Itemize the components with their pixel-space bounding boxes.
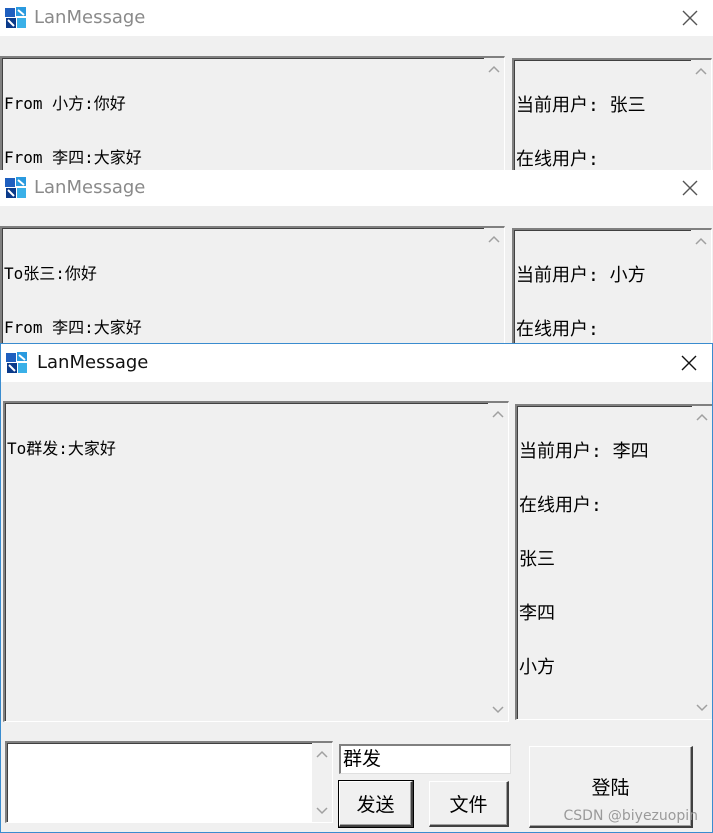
user-list[interactable]: 当前用户: 李四 在线用户: 张三 李四 小方 — [515, 404, 712, 720]
title-bar[interactable]: LanMessage — [1, 344, 712, 382]
target-field-value: 群发 — [343, 748, 382, 770]
message-item: To张三:你好 — [4, 264, 97, 283]
scroll-up-icon[interactable] — [695, 236, 707, 246]
user-item: 张三 — [519, 549, 555, 570]
online-users-label: 在线用户: — [519, 495, 602, 516]
scroll-down-icon[interactable] — [696, 703, 708, 713]
message-list[interactable]: To张三:你好 From 李四:大家好 — [0, 226, 505, 350]
send-button[interactable]: 发送 — [338, 780, 414, 828]
window-title: LanMessage — [34, 177, 146, 198]
scroll-up-icon[interactable] — [695, 66, 707, 76]
window-zhangsan: LanMessage From 小方:你好 From 李四:大家好 当前用户: … — [0, 0, 713, 175]
close-button[interactable] — [675, 174, 705, 202]
scroll-up-icon[interactable] — [488, 234, 500, 244]
user-lines: 当前用户: 小方 在线用户: 张三 李四 小方 — [516, 231, 689, 350]
user-item: 李四 — [519, 603, 555, 624]
online-users-label: 在线用户: — [516, 149, 599, 170]
app-icon — [5, 177, 26, 198]
input-scrollbar[interactable] — [312, 743, 332, 822]
scroll-up-icon[interactable] — [492, 409, 504, 419]
scroll-down-icon[interactable] — [316, 806, 328, 816]
user-scrollbar[interactable] — [692, 406, 712, 719]
file-button[interactable]: 文件 — [429, 781, 509, 827]
message-lines: To群发:大家好 — [7, 404, 486, 494]
window-lisi: LanMessage To群发:大家好 当前用户: 李四 在线用户: 张三 李四… — [0, 343, 713, 833]
target-field[interactable]: 群发 — [339, 744, 511, 774]
user-scrollbar[interactable] — [691, 230, 711, 350]
message-scrollbar[interactable] — [484, 228, 504, 350]
title-bar[interactable]: LanMessage — [0, 170, 713, 206]
user-lines: 当前用户: 李四 在线用户: 张三 李四 小方 — [519, 407, 690, 713]
current-user-label: 当前用户: 张三 — [516, 95, 646, 116]
window-title: LanMessage — [34, 7, 146, 28]
current-user-label: 当前用户: 李四 — [519, 441, 649, 462]
message-input[interactable] — [5, 741, 333, 823]
user-list[interactable]: 当前用户: 张三 在线用户: 张三 李四 小方 — [512, 58, 712, 175]
app-icon — [5, 7, 26, 28]
message-lines: From 小方:你好 From 李四:大家好 — [4, 59, 482, 175]
message-item: From 小方:你好 — [4, 94, 126, 113]
close-icon — [682, 10, 698, 26]
close-icon — [682, 180, 698, 196]
current-user-label: 当前用户: 小方 — [516, 265, 646, 286]
message-item: From 李四:大家好 — [4, 318, 142, 337]
title-bar[interactable]: LanMessage — [0, 0, 713, 36]
app-icon — [6, 352, 27, 373]
scroll-up-icon[interactable] — [696, 412, 708, 422]
message-list[interactable]: From 小方:你好 From 李四:大家好 — [0, 56, 505, 175]
user-lines: 当前用户: 张三 在线用户: 张三 李四 小方 — [516, 61, 689, 175]
close-button[interactable] — [675, 4, 705, 32]
message-list[interactable]: To群发:大家好 — [3, 401, 509, 722]
message-item: To群发:大家好 — [7, 439, 116, 458]
scroll-up-icon[interactable] — [316, 749, 328, 759]
close-button[interactable] — [674, 349, 704, 377]
user-item: 小方 — [519, 657, 555, 678]
scroll-down-icon[interactable] — [492, 705, 504, 715]
online-users-label: 在线用户: — [516, 319, 599, 340]
message-item: From 李四:大家好 — [4, 148, 142, 167]
message-lines: To张三:你好 From 李四:大家好 — [4, 229, 482, 350]
scroll-up-icon[interactable] — [488, 64, 500, 74]
message-scrollbar[interactable] — [484, 58, 504, 175]
message-scrollbar[interactable] — [488, 403, 508, 721]
close-icon — [681, 355, 697, 371]
user-list[interactable]: 当前用户: 小方 在线用户: 张三 李四 小方 — [512, 228, 712, 350]
watermark: CSDN @biyezuopin — [563, 808, 698, 824]
user-scrollbar[interactable] — [691, 60, 711, 175]
window-title: LanMessage — [37, 352, 149, 373]
window-xiaofang: LanMessage To张三:你好 From 李四:大家好 当前用户: 小方 … — [0, 170, 713, 350]
